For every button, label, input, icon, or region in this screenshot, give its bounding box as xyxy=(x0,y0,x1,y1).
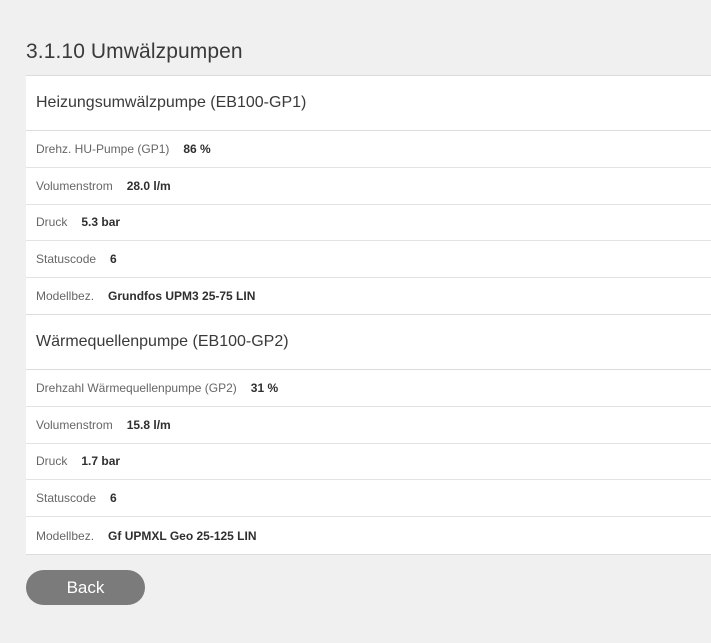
row-value: 31 % xyxy=(250,380,279,395)
row-value: 28.0 l/m xyxy=(126,178,171,193)
row-value: Gf UPMXL Geo 25-125 LIN xyxy=(108,528,257,543)
section-title-gp1: Heizungsumwälzpumpe (EB100-GP1) xyxy=(26,76,711,131)
page-title: 3.1.10 Umwälzpumpen xyxy=(26,40,243,63)
row-value: 86 % xyxy=(183,141,211,156)
row-gp2-model: Modellbez. Gf UPMXL Geo 25-125 LIN xyxy=(26,517,711,554)
row-gp2-flow: Volumenstrom 15.8 l/m xyxy=(26,407,711,444)
row-gp1-flow: Volumenstrom 28.0 l/m xyxy=(26,168,711,205)
row-value: 6 xyxy=(110,252,117,267)
section-title-gp2: Wärmequellenpumpe (EB100-GP2) xyxy=(26,315,711,370)
row-label: Druck xyxy=(36,215,68,230)
row-value: 1.7 bar xyxy=(81,454,121,469)
row-label: Druck xyxy=(36,454,68,469)
row-label: Statuscode xyxy=(36,491,97,506)
row-gp2-statuscode: Statuscode 6 xyxy=(26,480,711,518)
row-label: Volumenstrom xyxy=(36,417,113,432)
row-label: Modellbez. xyxy=(36,289,95,304)
row-gp2-speed: Drehzahl Wärmequellenpumpe (GP2) 31 % xyxy=(26,370,711,407)
row-label: Drehzahl Wärmequellenpumpe (GP2) xyxy=(36,380,237,395)
row-gp2-pressure: Druck 1.7 bar xyxy=(26,444,711,481)
pumps-panel: Heizungsumwälzpumpe (EB100-GP1) Drehz. H… xyxy=(26,75,711,555)
row-gp1-statuscode: Statuscode 6 xyxy=(26,241,711,279)
row-gp1-pressure: Druck 5.3 bar xyxy=(26,205,711,242)
row-gp1-model: Modellbez. Grundfos UPM3 25-75 LIN xyxy=(26,278,711,315)
row-label: Modellbez. xyxy=(36,528,95,543)
row-label: Statuscode xyxy=(36,252,97,267)
row-gp1-speed: Drehz. HU-Pumpe (GP1) 86 % xyxy=(26,131,711,168)
row-label: Drehz. HU-Pumpe (GP1) xyxy=(36,141,170,156)
row-value: Grundfos UPM3 25-75 LIN xyxy=(108,289,256,304)
row-value: 5.3 bar xyxy=(81,215,121,230)
back-button[interactable]: Back xyxy=(26,570,145,605)
row-value: 6 xyxy=(110,491,117,506)
row-value: 15.8 l/m xyxy=(126,417,171,432)
row-label: Volumenstrom xyxy=(36,178,113,193)
